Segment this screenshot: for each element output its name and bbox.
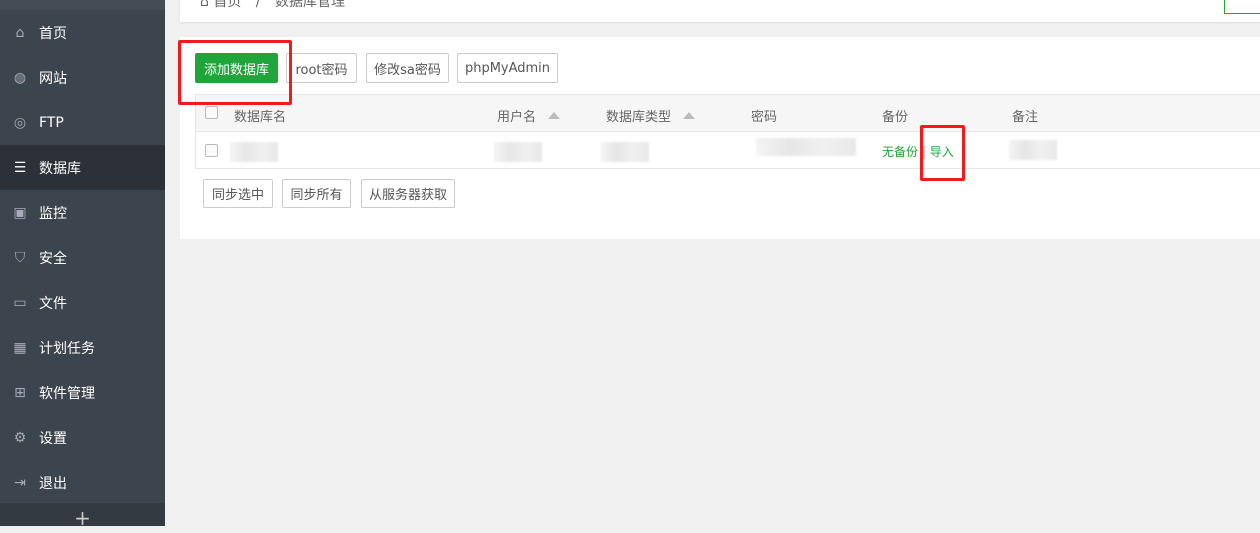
sidebar-item-website[interactable]: ◍ 网站 xyxy=(0,55,165,100)
sidebar-item-label: 监控 xyxy=(39,205,67,222)
sidebar-item-cron[interactable]: ▦ 计划任务 xyxy=(0,325,165,370)
gear-icon: ⚙ xyxy=(13,429,27,446)
shield-icon: ⛉ xyxy=(14,249,26,266)
sidebar-item-logout[interactable]: ⇥ 退出 xyxy=(0,460,165,505)
column-label: 用户名 xyxy=(497,110,537,125)
username-redacted xyxy=(494,142,542,162)
sidebar-item-software[interactable]: ⊞ 软件管理 xyxy=(0,370,165,415)
column-header-password: 密码 xyxy=(751,110,778,125)
select-all-checkbox[interactable] xyxy=(205,106,218,119)
breadcrumb-separator: / xyxy=(255,0,261,10)
apps-icon: ⊞ xyxy=(14,384,26,401)
sidebar-header xyxy=(0,0,165,10)
sort-asc-icon xyxy=(683,112,696,119)
sidebar-item-monitor[interactable]: ▣ 监控 xyxy=(0,190,165,235)
sidebar-item-files[interactable]: ▭ 文件 xyxy=(0,280,165,325)
type-redacted xyxy=(601,142,649,162)
sidebar-item-label: 数据库 xyxy=(39,160,81,177)
backup-status-link[interactable]: 无备份 xyxy=(882,145,918,159)
annotation-highlight-import xyxy=(920,125,965,181)
column-header-name: 数据库名 xyxy=(234,110,287,125)
sidebar-item-ftp[interactable]: ◎ FTP xyxy=(0,100,165,145)
breadcrumb: ⌂ 首页 / 数据库管理 xyxy=(200,0,345,11)
sidebar-item-security[interactable]: ⛉ 安全 xyxy=(0,235,165,280)
home-icon: ⌂ xyxy=(200,0,214,10)
password-redacted xyxy=(756,138,856,156)
table-header: 数据库名 用户名 数据库类型 密码 备份 备注 xyxy=(196,95,1260,132)
database-panel: 添加数据库 root密码 修改sa密码 phpMyAdmin 数据库名 用户名 … xyxy=(180,37,1260,239)
sidebar-item-label: 安全 xyxy=(39,250,67,267)
database-icon: ☰ xyxy=(13,159,27,176)
row-checkbox[interactable] xyxy=(205,144,218,157)
folder-icon: ▭ xyxy=(13,294,27,311)
annotation-highlight-add-database xyxy=(178,40,292,105)
column-header-type[interactable]: 数据库类型 xyxy=(606,106,696,125)
column-header-note: 备注 xyxy=(1012,110,1039,125)
add-button[interactable]: + xyxy=(0,503,165,530)
breadcrumb-home[interactable]: 首页 xyxy=(213,0,241,10)
home-icon: ⌂ xyxy=(15,24,25,41)
column-header-username[interactable]: 用户名 xyxy=(497,106,561,125)
breadcrumb-current: 数据库管理 xyxy=(274,0,345,10)
sidebar-item-label: 网站 xyxy=(39,70,67,87)
sidebar-item-label: 软件管理 xyxy=(39,385,95,402)
sidebar-item-label: 计划任务 xyxy=(39,340,95,357)
logout-icon: ⇥ xyxy=(14,474,26,491)
ftp-icon: ◎ xyxy=(13,114,27,131)
sidebar: ⌂ 首页 ◍ 网站 ◎ FTP ☰ 数据库 ▣ 监控 ⛉ 安全 ▭ 文件 ▦ 计划任务 ⊞ 软件管… xyxy=(0,0,165,530)
column-label: 数据库类型 xyxy=(606,110,672,125)
change-sa-password-button[interactable]: 修改sa密码 xyxy=(366,53,449,83)
sidebar-item-label: 文件 xyxy=(39,295,67,312)
note-redacted xyxy=(1009,140,1057,160)
table-row: 无备份 | 导入 xyxy=(196,132,1260,169)
sidebar-item-label: 退出 xyxy=(39,475,67,492)
root-password-button[interactable]: root密码 xyxy=(286,53,357,83)
fetch-from-server-button[interactable]: 从服务器获取 xyxy=(361,179,455,208)
search-input[interactable] xyxy=(1224,0,1260,14)
sidebar-item-label: FTP xyxy=(39,114,64,131)
sort-asc-icon xyxy=(548,112,561,119)
phpmyadmin-button[interactable]: phpMyAdmin xyxy=(457,53,558,83)
calendar-icon: ▦ xyxy=(13,339,27,356)
breadcrumb-bar: ⌂ 首页 / 数据库管理 xyxy=(180,0,1260,22)
sidebar-item-label: 设置 xyxy=(39,430,67,447)
column-header-backup: 备份 xyxy=(882,110,909,125)
sync-selected-button[interactable]: 同步选中 xyxy=(203,179,273,208)
sidebar-item-settings[interactable]: ⚙ 设置 xyxy=(0,415,165,460)
database-name-redacted xyxy=(230,142,278,162)
database-table: 数据库名 用户名 数据库类型 密码 备份 备注 无备份 | 导入 xyxy=(195,94,1260,169)
sidebar-item-label: 首页 xyxy=(39,25,67,42)
sidebar-item-database[interactable]: ☰ 数据库 xyxy=(0,145,165,190)
globe-icon: ◍ xyxy=(13,69,27,86)
monitor-icon: ▣ xyxy=(13,204,27,221)
sync-all-button[interactable]: 同步所有 xyxy=(282,179,351,208)
sidebar-item-home[interactable]: ⌂ 首页 xyxy=(0,10,165,55)
